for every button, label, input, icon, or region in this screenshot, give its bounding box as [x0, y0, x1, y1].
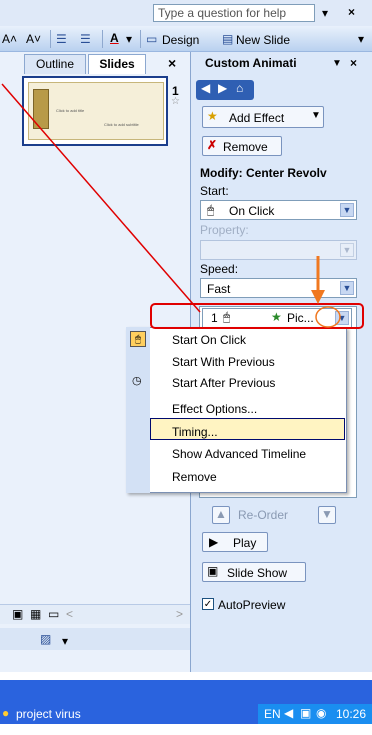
toolbar-separator — [140, 30, 141, 48]
scroll-left-icon[interactable]: < — [66, 605, 73, 623]
effect-star-icon: ★ — [271, 310, 282, 324]
help-dropdown-icon[interactable]: ▾ — [322, 4, 328, 22]
home-icon[interactable]: ⌂ — [236, 81, 243, 95]
decrease-font-icon[interactable]: A˅ — [26, 30, 41, 48]
slide-show-icon: ▣ — [207, 564, 219, 578]
menu-item-start-with-previous[interactable]: Start With Previous — [172, 355, 275, 375]
menu-item-start-on-click[interactable]: Start On Click — [172, 333, 246, 353]
design-button[interactable]: Design — [162, 33, 199, 47]
task-pane-close-icon[interactable]: × — [350, 56, 357, 70]
task-pane-title: Custom Animati — [205, 56, 297, 70]
speed-dropdown[interactable]: Fast ▼ — [200, 278, 357, 298]
slide-thumbnail-background — [28, 82, 164, 140]
play-button[interactable]: ▶ Play — [202, 532, 268, 552]
task-pane-nav: ◀ ▶ ⌂ — [196, 80, 254, 100]
menu-item-timing[interactable]: Timing... — [172, 425, 218, 445]
mouse-click-icon: 🖱 — [130, 331, 146, 347]
help-search-input[interactable]: Type a question for help — [153, 4, 315, 22]
slide-picture — [33, 89, 49, 129]
speed-dropdown-arrow-icon[interactable]: ▼ — [340, 281, 354, 295]
start-dropdown[interactable]: 🖱 On Click ▼ — [200, 200, 357, 220]
add-effect-icon: ★ — [207, 109, 218, 123]
property-dropdown: ▼ — [200, 240, 357, 260]
reorder-label: Re-Order — [238, 508, 289, 522]
tray-app-icon[interactable]: ▣ — [300, 706, 311, 720]
play-label: Play — [233, 536, 257, 550]
play-icon: ▶ — [209, 535, 219, 549]
remove-label: Remove — [223, 140, 268, 154]
decrease-indent-icon[interactable]: ☰ — [56, 30, 67, 48]
remove-effect-button[interactable]: ✗ Remove — [202, 136, 282, 156]
toolbar-options-icon[interactable]: ▾ — [358, 30, 364, 48]
task-pane-dropdown-icon[interactable]: ▼ — [332, 58, 342, 69]
autopreview-checkbox[interactable]: ✓ — [202, 598, 214, 610]
clock-icon: ◷ — [132, 375, 142, 387]
context-menu-gutter — [126, 327, 150, 493]
thumbnail-title-text: Click to add title — [56, 108, 85, 113]
tab-slides[interactable]: Slides — [88, 54, 146, 74]
tray-arrow-icon[interactable]: ◀ — [284, 706, 293, 720]
toolbar-separator — [102, 30, 103, 48]
animation-order-number: 1 — [211, 311, 218, 325]
network-icon[interactable]: ◉ — [316, 706, 326, 720]
animation-list-item[interactable]: 1 🖱 ★ Pic... ▼ — [202, 308, 352, 328]
menu-item-effect-options[interactable]: Effect Options... — [172, 402, 257, 422]
thumbnail-subtitle-text: Click to add subtitle — [104, 122, 139, 127]
view-buttons-bar — [0, 604, 190, 624]
menu-item-remove[interactable]: Remove — [172, 470, 217, 490]
animation-item-name: Pic... — [287, 311, 314, 325]
property-dropdown-arrow-icon: ▼ — [340, 243, 354, 257]
speed-value: Fast — [207, 282, 231, 296]
increase-indent-icon[interactable]: ☰ — [80, 30, 91, 48]
slide-show-button[interactable]: ▣ Slide Show — [202, 562, 306, 582]
insert-picture-icon[interactable]: ▨ — [40, 630, 51, 648]
taskbar-window-button[interactable]: ● project virus — [0, 704, 155, 724]
speed-label: Speed: — [200, 262, 239, 276]
drawing-toolbar — [0, 628, 190, 650]
slide-show-label: Slide Show — [227, 566, 288, 580]
close-pane-icon[interactable]: × — [168, 54, 176, 72]
mouse-click-icon: 🖱 — [207, 203, 215, 217]
property-label: Property: — [200, 223, 249, 237]
system-tray: EN ◀ ▣ ◉ 10:26 م — [258, 704, 372, 735]
new-slide-icon[interactable]: ▤ — [222, 30, 233, 48]
animation-star-icon: ☆ — [171, 96, 180, 107]
slide-thumbnail[interactable]: Click to add title Click to add subtitle — [22, 76, 168, 146]
modify-heading: Modify: Center Revolv — [200, 166, 327, 180]
window-icon: ● — [2, 706, 10, 720]
close-window-icon[interactable]: × — [348, 3, 355, 21]
start-value: On Click — [229, 204, 275, 218]
remove-icon: ✗ — [207, 138, 218, 152]
start-label: Start: — [200, 184, 229, 198]
new-slide-button[interactable]: New Slide — [236, 33, 290, 47]
toolbar-separator — [50, 30, 51, 48]
reorder-up-button[interactable]: ▲ — [212, 506, 230, 524]
slide-show-view-icon[interactable]: ▭ — [48, 605, 59, 623]
clock[interactable]: 10:26 م — [336, 707, 372, 735]
font-color-icon[interactable]: A — [110, 29, 119, 47]
mouse-click-icon: 🖱 — [223, 310, 231, 324]
slide-sorter-view-icon[interactable]: ▦ — [30, 605, 41, 623]
add-effect-label: Add Effect — [229, 111, 285, 125]
normal-view-icon[interactable]: ▣ — [12, 605, 23, 623]
reorder-down-button[interactable]: ▼ — [318, 506, 336, 524]
menu-item-show-advanced-timeline[interactable]: Show Advanced Timeline — [172, 447, 306, 467]
forward-icon[interactable]: ▶ — [218, 81, 227, 95]
drawing-options-icon[interactable]: ▾ — [62, 632, 68, 650]
add-effect-dropdown-icon: ▼ — [311, 110, 321, 121]
tab-outline[interactable]: Outline — [24, 54, 86, 74]
add-effect-button[interactable]: ★ Add Effect ▼ — [202, 106, 324, 128]
animation-item-dropdown-icon[interactable]: ▼ — [335, 311, 349, 325]
taskbar-window-label: project virus — [16, 707, 81, 721]
start-dropdown-arrow-icon[interactable]: ▼ — [340, 203, 354, 217]
language-indicator[interactable]: EN — [264, 707, 281, 721]
design-icon[interactable]: ▭ — [146, 30, 157, 48]
menu-item-start-after-previous[interactable]: Start After Previous — [172, 376, 275, 396]
autopreview-label: AutoPreview — [218, 598, 286, 612]
scroll-right-icon[interactable]: > — [176, 605, 183, 623]
font-color-dropdown-icon[interactable]: ▾ — [126, 30, 132, 48]
back-icon[interactable]: ◀ — [201, 81, 210, 95]
increase-font-icon[interactable]: A˄ — [2, 30, 17, 48]
